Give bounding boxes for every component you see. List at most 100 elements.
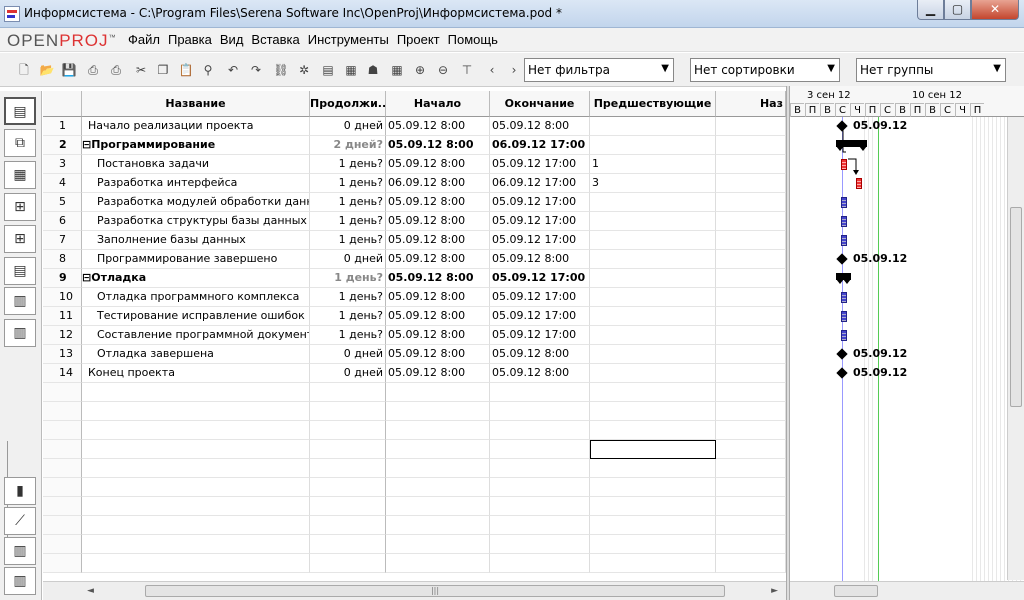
- empty-cell[interactable]: [590, 459, 716, 478]
- zoom-in-icon[interactable]: ⊕: [412, 62, 428, 78]
- start-cell[interactable]: 06.09.12 8:00: [386, 174, 490, 193]
- duration-cell[interactable]: 1 день?: [310, 155, 386, 174]
- duration-cell[interactable]: 2 дней?: [310, 136, 386, 155]
- critical-task-bar[interactable]: [856, 178, 862, 189]
- scroll-left-icon[interactable]: ◄: [87, 586, 94, 596]
- undo-icon[interactable]: ↶: [225, 62, 241, 78]
- empty-cell[interactable]: [82, 516, 310, 535]
- scroll-thumb[interactable]: |||: [145, 585, 725, 597]
- header-name[interactable]: Название: [82, 91, 310, 117]
- empty-cell[interactable]: [386, 554, 490, 573]
- gantt-view-icon[interactable]: ▤: [4, 97, 36, 125]
- empty-cell[interactable]: [490, 402, 590, 421]
- extra-cell[interactable]: [716, 364, 786, 383]
- empty-cell[interactable]: [716, 516, 786, 535]
- save-icon[interactable]: 💾: [61, 62, 77, 78]
- predecessors-cell[interactable]: [590, 193, 716, 212]
- gantt-horizontal-scrollbar[interactable]: [790, 581, 1024, 600]
- predecessors-cell[interactable]: [590, 231, 716, 250]
- row-id-cell[interactable]: 14: [43, 364, 82, 383]
- empty-cell[interactable]: [310, 497, 386, 516]
- extra-cell[interactable]: [716, 269, 786, 288]
- empty-cell[interactable]: [82, 497, 310, 516]
- scroll-right-icon[interactable]: ►: [771, 586, 778, 596]
- row-id-cell[interactable]: 2: [43, 136, 82, 155]
- empty-cell[interactable]: [43, 516, 82, 535]
- empty-cell[interactable]: [310, 554, 386, 573]
- predecessors-cell[interactable]: [590, 269, 716, 288]
- task-name-cell[interactable]: Заполнение базы данных: [82, 231, 310, 250]
- predecessors-cell[interactable]: [590, 345, 716, 364]
- task-name-cell[interactable]: Разработка структуры базы данных: [82, 212, 310, 231]
- group-select[interactable]: Нет группы ▼: [856, 58, 1006, 82]
- empty-cell[interactable]: [310, 535, 386, 554]
- task-usage-bottom-icon[interactable]: ▥: [4, 537, 36, 565]
- row-id-cell[interactable]: 4: [43, 174, 82, 193]
- start-cell[interactable]: 05.09.12 8:00: [386, 231, 490, 250]
- start-cell[interactable]: 05.09.12 8:00: [386, 212, 490, 231]
- row-id-cell[interactable]: 6: [43, 212, 82, 231]
- task-bar[interactable]: [841, 216, 847, 227]
- header-start[interactable]: Начало: [386, 91, 490, 117]
- finish-cell[interactable]: 05.09.12 17:00: [490, 326, 590, 345]
- task-name-cell[interactable]: Постановка задачи: [82, 155, 310, 174]
- header-id[interactable]: [43, 91, 82, 117]
- empty-cell[interactable]: [386, 440, 490, 459]
- empty-cell[interactable]: [386, 478, 490, 497]
- predecessors-cell[interactable]: [590, 117, 716, 136]
- start-cell[interactable]: 05.09.12 8:00: [386, 269, 490, 288]
- finish-cell[interactable]: 05.09.12 8:00: [490, 250, 590, 269]
- duration-cell[interactable]: 1 день?: [310, 307, 386, 326]
- print-preview-icon[interactable]: ⎙: [108, 62, 124, 78]
- menu-help[interactable]: Помощь: [448, 32, 498, 47]
- wbs-view-icon[interactable]: ⊞: [4, 193, 36, 221]
- duration-cell[interactable]: 0 дней: [310, 345, 386, 364]
- empty-cell[interactable]: [82, 554, 310, 573]
- start-cell[interactable]: 05.09.12 8:00: [386, 136, 490, 155]
- empty-cell[interactable]: [43, 497, 82, 516]
- predecessors-cell[interactable]: [590, 364, 716, 383]
- task-bar[interactable]: [841, 330, 847, 341]
- extra-cell[interactable]: [716, 250, 786, 269]
- empty-cell[interactable]: [43, 440, 82, 459]
- empty-cell[interactable]: [716, 459, 786, 478]
- extra-cell[interactable]: [716, 193, 786, 212]
- header-duration[interactable]: Продолжи...: [310, 91, 386, 117]
- task-name-cell[interactable]: ⊟Отладка: [82, 269, 310, 288]
- gantt-scroll-thumb[interactable]: [834, 585, 878, 597]
- empty-cell[interactable]: [82, 535, 310, 554]
- minimize-button[interactable]: ▁: [917, 0, 944, 20]
- start-cell[interactable]: 05.09.12 8:00: [386, 364, 490, 383]
- empty-cell[interactable]: [310, 440, 386, 459]
- sort-select[interactable]: Нет сортировки ▼: [690, 58, 840, 82]
- duration-cell[interactable]: 1 день?: [310, 212, 386, 231]
- empty-cell[interactable]: [590, 516, 716, 535]
- finish-cell[interactable]: 05.09.12 17:00: [490, 269, 590, 288]
- close-button[interactable]: ✕: [971, 0, 1019, 20]
- empty-cell[interactable]: [590, 383, 716, 402]
- row-id-cell[interactable]: 5: [43, 193, 82, 212]
- task-name-cell[interactable]: Отладка завершена: [82, 345, 310, 364]
- task-bar[interactable]: [841, 235, 847, 246]
- task-bar[interactable]: [841, 292, 847, 303]
- empty-cell[interactable]: [716, 421, 786, 440]
- start-cell[interactable]: 05.09.12 8:00: [386, 155, 490, 174]
- vertical-scroll-thumb[interactable]: [1010, 207, 1022, 407]
- extra-cell[interactable]: [716, 136, 786, 155]
- header-extra[interactable]: Наз: [716, 91, 786, 117]
- cut-icon[interactable]: ✂: [133, 62, 149, 78]
- empty-cell[interactable]: [43, 402, 82, 421]
- empty-cell[interactable]: [490, 478, 590, 497]
- row-id-cell[interactable]: 10: [43, 288, 82, 307]
- selected-cell[interactable]: [590, 440, 716, 459]
- menu-file[interactable]: Файл: [128, 32, 160, 47]
- network-view-icon[interactable]: ⧉: [4, 129, 36, 157]
- critical-task-bar[interactable]: [841, 159, 847, 170]
- empty-cell[interactable]: [386, 459, 490, 478]
- empty-cell[interactable]: [82, 383, 310, 402]
- row-id-cell[interactable]: 9: [43, 269, 82, 288]
- extra-cell[interactable]: [716, 288, 786, 307]
- header-finish[interactable]: Окончание: [490, 91, 590, 117]
- duration-cell[interactable]: 0 дней: [310, 250, 386, 269]
- report-view-icon[interactable]: ▤: [4, 257, 36, 285]
